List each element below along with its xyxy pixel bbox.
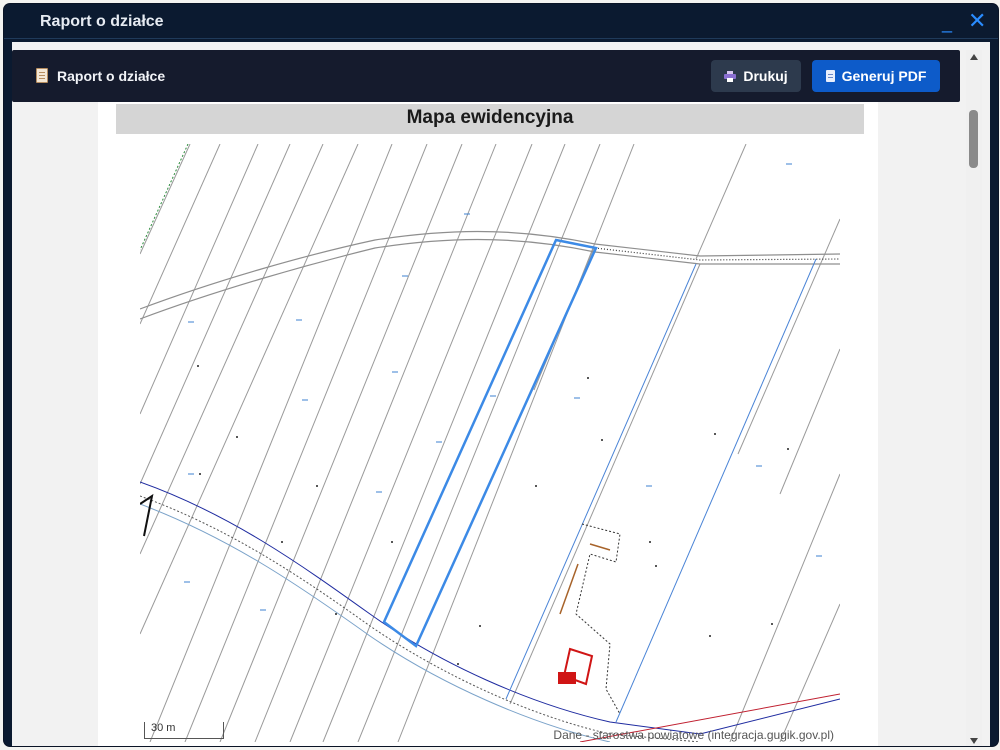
print-button-label: Drukuj — [743, 68, 788, 84]
scroll-up-icon[interactable] — [970, 54, 978, 60]
selected-parcel — [382, 238, 598, 648]
close-icon[interactable]: ✕ — [968, 10, 990, 33]
generate-pdf-button[interactable]: Generuj PDF — [812, 60, 940, 92]
parcel-boundaries — [140, 144, 840, 742]
scale-bar: 30 m — [144, 722, 224, 739]
section-title: Mapa ewidencyjna — [116, 104, 864, 134]
printer-icon — [724, 70, 737, 82]
print-button[interactable]: Drukuj — [711, 60, 801, 92]
clipboard-icon — [36, 68, 48, 83]
upper-road — [140, 230, 840, 320]
report-window: Raport o działce _ ✕ Raport o działce Dr… — [4, 4, 998, 746]
generate-pdf-label: Generuj PDF — [841, 68, 927, 84]
lower-road — [140, 481, 840, 742]
scale-label: 30 m — [151, 722, 176, 734]
report-header: Raport o działce Drukuj Generuj PDF — [12, 50, 960, 102]
map-attribution: Dane - starostwa powiatowe (integracja.g… — [553, 728, 834, 742]
cadastral-map-image — [140, 144, 840, 742]
water-marks — [184, 163, 822, 611]
cadastral-map — [140, 144, 840, 742]
vertical-scrollbar[interactable] — [966, 50, 982, 746]
window-content: Raport o działce Drukuj Generuj PDF Mapa… — [12, 42, 990, 746]
report-page: Mapa ewidencyjna 30 m Dane - starostwa p… — [98, 102, 878, 746]
scroll-thumb[interactable] — [969, 110, 978, 168]
minimize-icon[interactable]: _ — [942, 14, 958, 34]
building — [558, 523, 621, 715]
report-header-title: Raport o działce — [57, 68, 166, 84]
window-title: Raport o działce — [40, 13, 164, 30]
window-titlebar[interactable]: Raport o działce _ ✕ — [4, 4, 998, 39]
document-icon — [825, 70, 835, 82]
parcel-points — [197, 365, 789, 665]
scroll-down-icon[interactable] — [970, 738, 978, 744]
